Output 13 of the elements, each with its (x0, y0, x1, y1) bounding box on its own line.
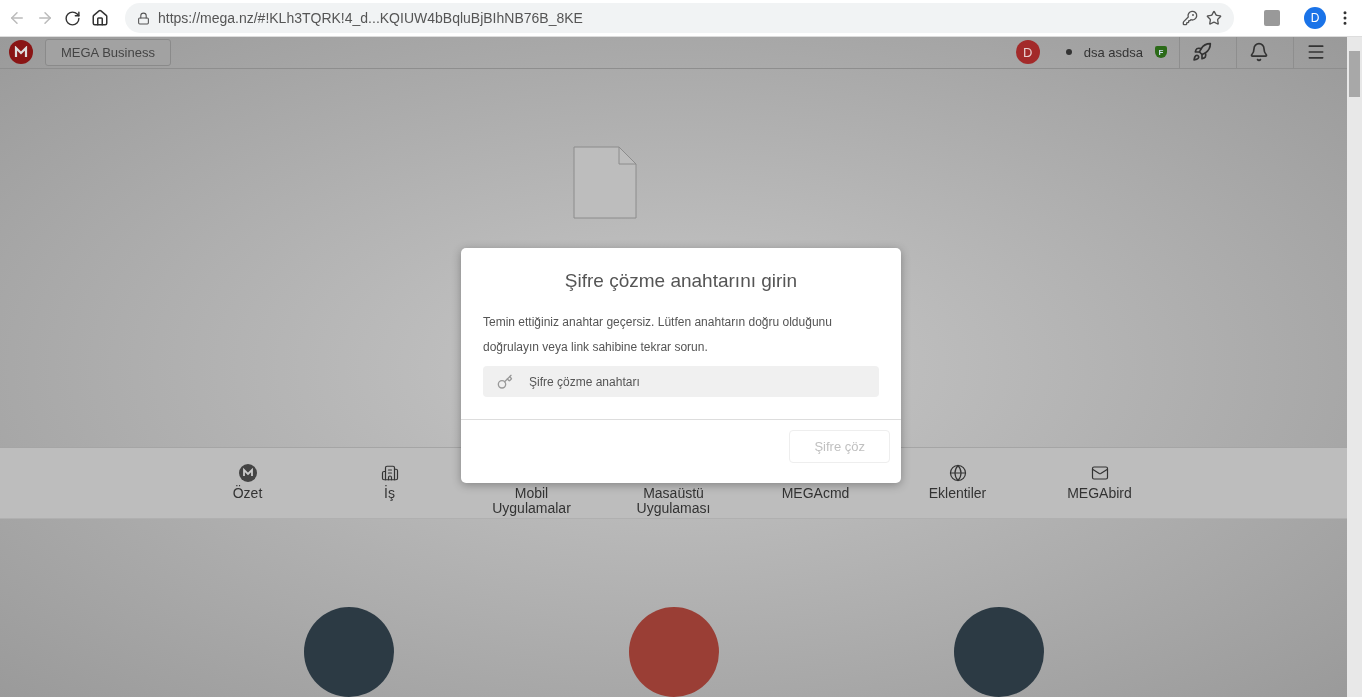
dialog-title: Şifre çözme anahtarını girin (563, 269, 799, 292)
nav-link[interactable]: Özet (176, 448, 319, 518)
address-bar[interactable]: https://mega.nz/#!KLh3TQRK!4_d...KQIUW4bBqluBjBIhNB76B_8KE (125, 3, 1234, 33)
nav-link[interactable]: MEGAbird (1028, 448, 1171, 518)
username[interactable]: dsa asdsa (1083, 44, 1143, 60)
mega-business-button[interactable]: MEGA Business (45, 38, 171, 66)
user-avatar[interactable]: D (1015, 40, 1040, 65)
url-text: https://mega.nz/#!KLh3TQRK!4_d...KQIUW4bBqluBjBIhNB76B_8KE (158, 10, 583, 26)
nav-link[interactable]: İş (318, 448, 461, 518)
dialog-message: Temin ettiğiniz anahtar geçersiz. Lütfen anahtarın doğru olduğunu doğrulayın veya link sahibine tekrar sorun. (482, 314, 833, 356)
profile-avatar[interactable]: D (1304, 7, 1326, 29)
plan-badge: F (1155, 46, 1167, 59)
key-input-field[interactable]: Şifre çözme anahtarı (483, 366, 879, 397)
